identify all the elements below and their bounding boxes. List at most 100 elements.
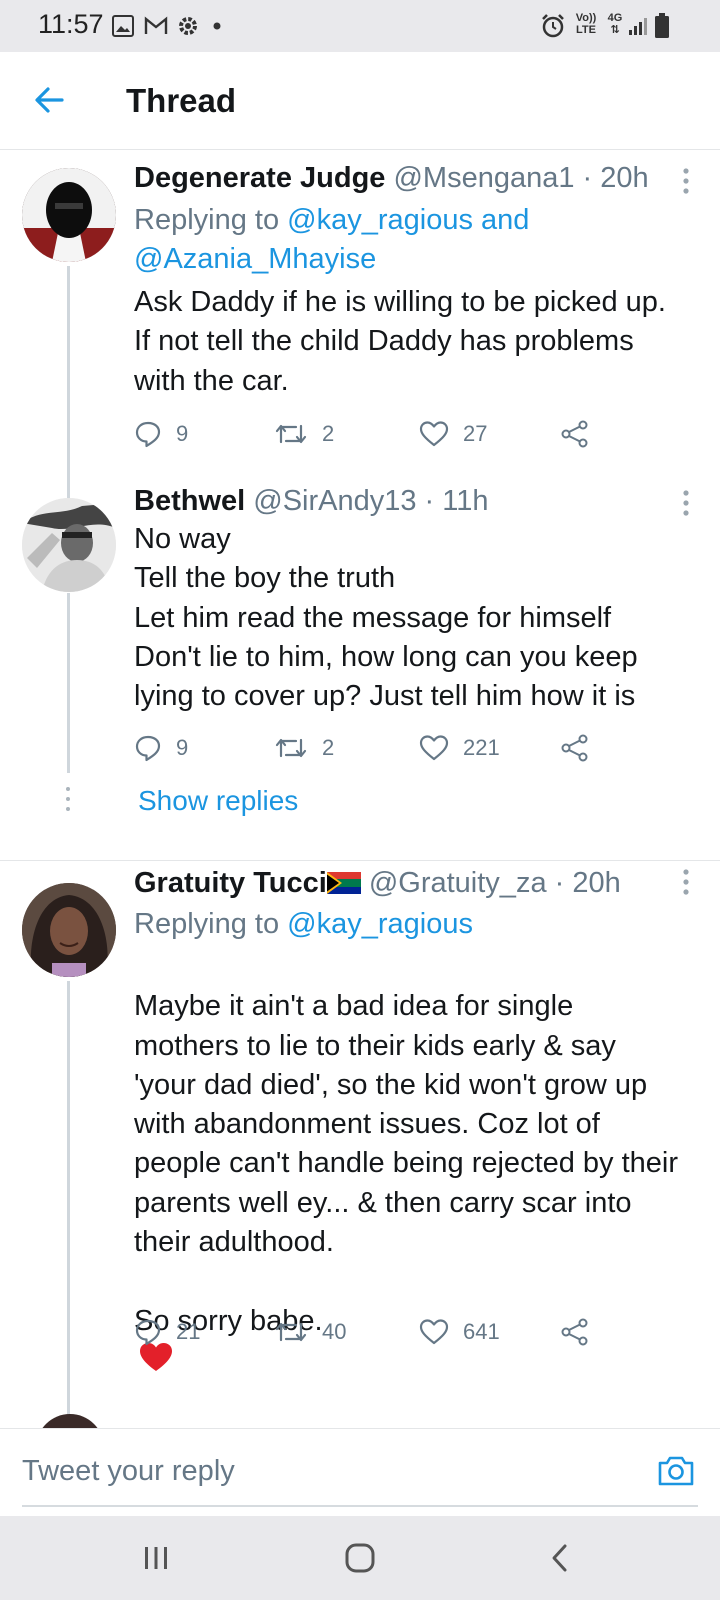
volte-icon: Vo)) LTE: [573, 12, 599, 36]
thread-line: [67, 593, 70, 773]
tweet-actions: 21 40 641: [134, 1312, 614, 1352]
battery-icon: [655, 13, 669, 38]
retweet-count: 2: [322, 421, 335, 446]
gmail-icon: [144, 16, 168, 34]
retweet-button[interactable]: 2: [274, 728, 334, 768]
tweet-actions: 9 2 27: [134, 414, 614, 454]
share-button[interactable]: [560, 728, 604, 768]
volte-bottom-label: LTE: [576, 24, 596, 36]
tweet-meta: Gratuity Tucci @Gratuity_za · 20h: [134, 867, 621, 900]
more-options-icon[interactable]: [676, 166, 696, 196]
share-icon: [561, 1318, 588, 1346]
tweet-actions: 9 2 221: [134, 728, 614, 768]
more-options-icon[interactable]: [676, 867, 696, 897]
reply-input[interactable]: [22, 1449, 612, 1493]
like-button[interactable]: 27: [419, 414, 487, 454]
avatar[interactable]: [22, 498, 116, 592]
camera-icon[interactable]: [656, 1451, 696, 1491]
next-tweet-avatar-peek: [36, 1414, 104, 1428]
avatar[interactable]: [22, 883, 116, 977]
show-replies-link[interactable]: Show replies: [138, 785, 298, 817]
reply-count: 21: [176, 1319, 201, 1344]
like-button[interactable]: 221: [419, 728, 500, 768]
avatar-image: [22, 168, 116, 262]
signal-icon: [629, 18, 647, 35]
handle-and-time: @Gratuity_za · 20h: [368, 867, 621, 899]
data-arrows: ⇅: [610, 24, 620, 36]
replying-to-link[interactable]: @kay_ragious and: [287, 204, 529, 236]
retweet-icon: [275, 738, 307, 758]
share-button[interactable]: [560, 1312, 604, 1352]
thread-line-top: [67, 485, 70, 498]
avatar[interactable]: [22, 168, 116, 262]
display-name[interactable]: Degenerate Judge: [134, 162, 385, 194]
south-africa-flag-icon: [326, 872, 361, 894]
like-count: 27: [463, 421, 488, 446]
home-icon[interactable]: [340, 1538, 380, 1578]
status-bar: 11:57 Vo)) LTE 4G ⇅: [0, 0, 720, 52]
heart-icon: [419, 1319, 449, 1345]
tweet-gratuity-tucci[interactable]: Gratuity Tucci @Gratuity_za · 20h Replyi…: [0, 861, 720, 1428]
retweet-count: 40: [322, 1319, 347, 1344]
reply-button[interactable]: 9: [134, 414, 188, 454]
thread-continuation-dots: [66, 787, 70, 811]
4g-icon: 4G ⇅: [604, 12, 626, 36]
dot-icon: [213, 22, 221, 30]
heart-icon: [419, 735, 449, 761]
retweet-icon: [275, 1322, 307, 1342]
tweet-degenerate-judge[interactable]: Degenerate Judge @Msengana1 · 20h Replyi…: [0, 150, 720, 485]
handle-and-time: @Msengana1 · 20h: [393, 162, 649, 194]
tweet-text: No way Tell the boy the truth Let him re…: [134, 523, 638, 713]
avatar-image: [22, 498, 116, 592]
display-name[interactable]: Bethwel: [134, 485, 245, 517]
reply-button[interactable]: 9: [134, 728, 188, 768]
retweet-button[interactable]: 2: [274, 414, 334, 454]
recent-apps-icon[interactable]: [136, 1538, 176, 1578]
replying-to: Replying to @kay_ragious and @Azania_Mha…: [134, 201, 694, 279]
thread-line: [67, 266, 70, 485]
reply-input-underline: [22, 1505, 698, 1507]
replying-to-link[interactable]: @kay_ragious: [287, 908, 473, 940]
status-time: 11:57: [38, 9, 104, 39]
avatar-image: [22, 883, 116, 977]
replying-prefix: Replying to: [134, 204, 288, 236]
top-app-bar: Thread: [0, 52, 720, 150]
reply-icon: [135, 421, 161, 448]
retweet-count: 2: [322, 735, 335, 760]
arrow-left-icon[interactable]: [30, 80, 70, 120]
share-icon: [561, 420, 588, 448]
retweet-button[interactable]: 40: [274, 1312, 346, 1352]
handle-and-time: @SirAndy13 · 11h: [253, 485, 489, 517]
reply-composer: [0, 1428, 720, 1516]
tweet-meta: Degenerate Judge @Msengana1 · 20h: [134, 162, 649, 195]
reply-count: 9: [176, 421, 189, 446]
retweet-icon: [275, 424, 307, 444]
display-name[interactable]: Gratuity Tucci: [134, 867, 327, 899]
like-count: 641: [463, 1319, 500, 1344]
thread-line: [67, 981, 70, 1428]
replying-prefix: Replying to: [134, 908, 288, 940]
replying-to-link-2[interactable]: @Azania_Mhayise: [134, 243, 376, 275]
like-count: 221: [463, 735, 500, 760]
reply-icon: [135, 1319, 161, 1346]
more-options-icon[interactable]: [676, 488, 696, 518]
reply-icon: [135, 735, 161, 762]
alarm-icon: [542, 14, 564, 38]
page-title: Thread: [126, 82, 237, 119]
tweet-text-content: Maybe it ain't a bad idea for single mot…: [134, 990, 679, 1337]
reply-button[interactable]: 21: [134, 1312, 200, 1352]
system-nav-bar: [0, 1516, 720, 1600]
tweet-meta: Bethwel @SirAndy13 · 11h: [134, 485, 489, 518]
reply-count: 9: [176, 735, 189, 760]
settings-icon: [179, 17, 197, 35]
image-icon: [112, 15, 134, 37]
network-label: 4G: [607, 12, 623, 24]
volte-top-label: Vo)): [575, 12, 597, 24]
heart-icon: [419, 421, 449, 447]
tweet-bethwel[interactable]: Bethwel @SirAndy13 · 11h No way Tell the…: [0, 485, 720, 860]
tweet-text: Ask Daddy if he is willing to be picked …: [134, 286, 666, 397]
share-button[interactable]: [560, 414, 604, 454]
back-icon[interactable]: [540, 1538, 580, 1578]
replying-to: Replying to @kay_ragious: [134, 905, 694, 944]
like-button[interactable]: 641: [419, 1312, 500, 1352]
